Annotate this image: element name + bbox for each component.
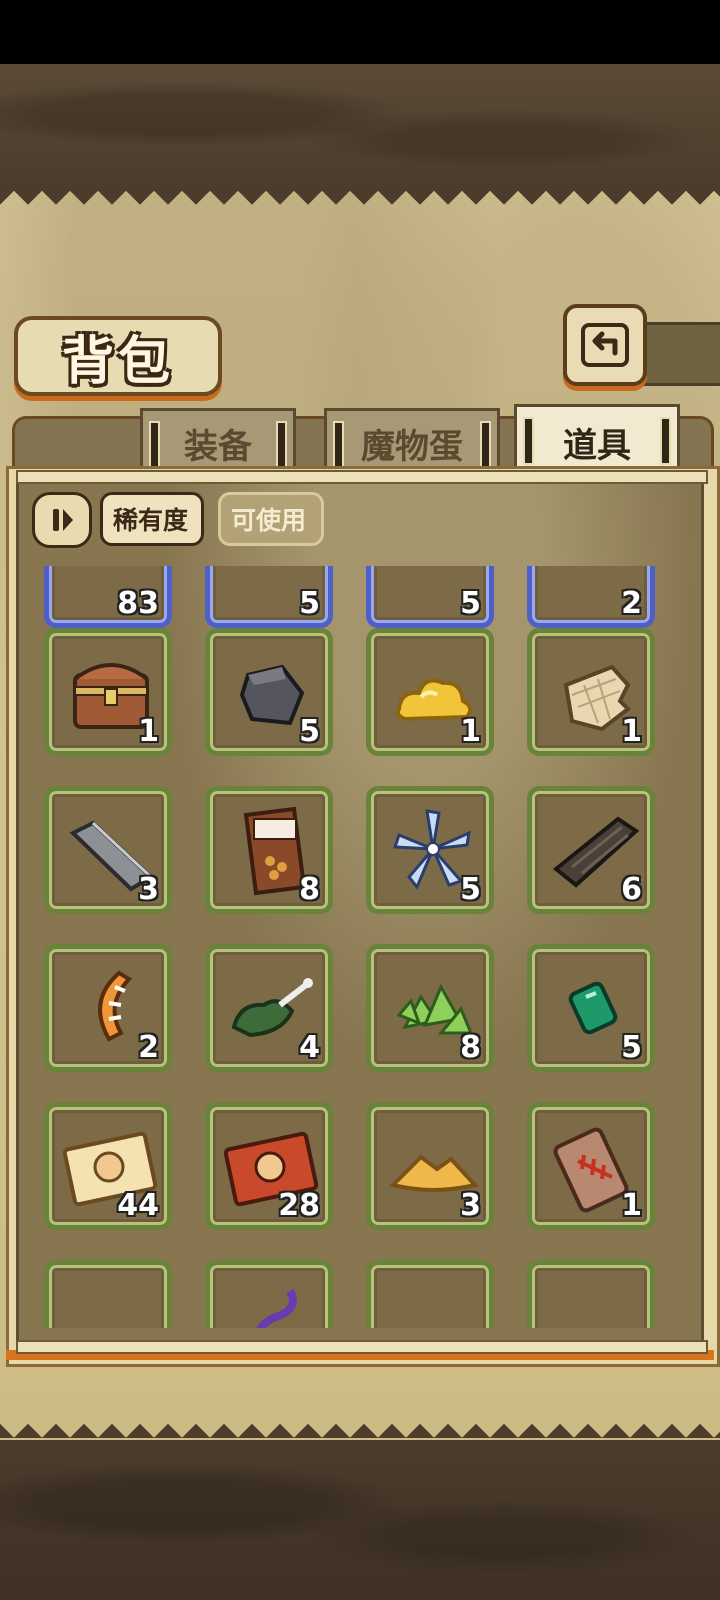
item-count: 1 bbox=[621, 1188, 642, 1223]
item-count: 2 bbox=[621, 586, 642, 621]
filter-usable-label: 可使用 bbox=[231, 506, 307, 535]
back-arrow-icon bbox=[581, 323, 629, 367]
purple-tentacle-icon bbox=[256, 1289, 297, 1328]
status-bar bbox=[0, 0, 720, 64]
item-count: 8 bbox=[460, 1030, 481, 1065]
inventory-slot[interactable]: 83 bbox=[44, 566, 172, 628]
inventory-slot[interactable]: 5 bbox=[366, 566, 494, 628]
item-count: 3 bbox=[460, 1188, 481, 1223]
inventory-slot[interactable]: 1 bbox=[527, 628, 655, 756]
sort-icon bbox=[53, 509, 73, 531]
inventory-slot[interactable]: 2 bbox=[44, 944, 172, 1072]
inventory-slot[interactable]: 28 bbox=[205, 1102, 333, 1230]
inventory-slot[interactable]: 5 bbox=[366, 786, 494, 914]
item-count: 5 bbox=[299, 586, 320, 621]
inventory-slot[interactable]: 8 bbox=[205, 786, 333, 914]
item-count: 1 bbox=[460, 714, 481, 749]
tab-equipment-label: 装备 bbox=[184, 426, 252, 467]
item-count: 28 bbox=[278, 1188, 320, 1223]
inventory-slot[interactable]: 5 bbox=[205, 566, 333, 628]
item-count: 1 bbox=[138, 714, 159, 749]
zigzag-border-bottom bbox=[0, 1404, 720, 1438]
item-count: 5 bbox=[621, 1030, 642, 1065]
back-button[interactable] bbox=[563, 304, 647, 386]
tab-items-label: 道具 bbox=[563, 425, 631, 466]
panel-rail-top bbox=[16, 470, 708, 484]
pearl-icon bbox=[381, 1277, 485, 1328]
map-band-bottom bbox=[0, 1440, 720, 1600]
inventory-slot[interactable]: 5 bbox=[527, 944, 655, 1072]
inventory-slot[interactable]: 2 bbox=[527, 566, 655, 628]
item-count: 5 bbox=[299, 714, 320, 749]
item-count: 5 bbox=[460, 586, 481, 621]
inventory-slot[interactable]: 1 bbox=[527, 1102, 655, 1230]
inventory-slot[interactable]: 6 bbox=[527, 786, 655, 914]
inventory-slot[interactable]: 3 bbox=[366, 1102, 494, 1230]
item-count: 8 bbox=[299, 872, 320, 907]
page-title: 背包 bbox=[61, 330, 174, 392]
inventory-slot[interactable]: 3 bbox=[44, 786, 172, 914]
item-count: 6 bbox=[621, 872, 642, 907]
item-count: 83 bbox=[117, 586, 159, 621]
blue-shard-icon bbox=[542, 1277, 646, 1328]
inventory-slot[interactable]: 1 bbox=[366, 628, 494, 756]
inventory-slot[interactable] bbox=[366, 1260, 494, 1328]
dark-item-icon bbox=[59, 1277, 163, 1328]
inventory-slot[interactable] bbox=[44, 1260, 172, 1328]
inventory-slot[interactable]: 8 bbox=[366, 944, 494, 1072]
inventory-slot[interactable]: 5 bbox=[205, 628, 333, 756]
zigzag-border-top bbox=[0, 189, 720, 223]
map-band-top bbox=[0, 64, 720, 189]
page-title-plate: 背包 bbox=[14, 316, 222, 396]
inventory-slot[interactable] bbox=[527, 1260, 655, 1328]
inventory-slot[interactable]: 44 bbox=[44, 1102, 172, 1230]
inventory-slot[interactable]: 4 bbox=[205, 944, 333, 1072]
filter-rarity-label: 稀有度 bbox=[113, 506, 189, 535]
tab-equipment[interactable]: 装备 bbox=[140, 408, 296, 475]
inventory-grid[interactable]: 83 5 5 2 1 5 1 1 3 8 5 6 2 4 8 5 44 28 3 1 bbox=[16, 566, 704, 1328]
item-count: 3 bbox=[138, 872, 159, 907]
item-count: 1 bbox=[621, 714, 642, 749]
filter-usable[interactable]: 可使用 bbox=[218, 492, 324, 546]
inventory-slot[interactable]: 1 bbox=[44, 628, 172, 756]
tab-monster-eggs[interactable]: 魔物蛋 bbox=[324, 408, 500, 475]
item-count: 44 bbox=[117, 1188, 159, 1223]
item-count: 2 bbox=[138, 1030, 159, 1065]
tab-monster-eggs-label: 魔物蛋 bbox=[361, 426, 463, 467]
panel-rail-bottom bbox=[16, 1340, 708, 1354]
item-count: 5 bbox=[460, 872, 481, 907]
sort-order-button[interactable] bbox=[32, 492, 92, 548]
inventory-slot[interactable] bbox=[205, 1260, 333, 1328]
item-count: 4 bbox=[299, 1030, 320, 1065]
filter-rarity[interactable]: 稀有度 bbox=[100, 492, 204, 546]
